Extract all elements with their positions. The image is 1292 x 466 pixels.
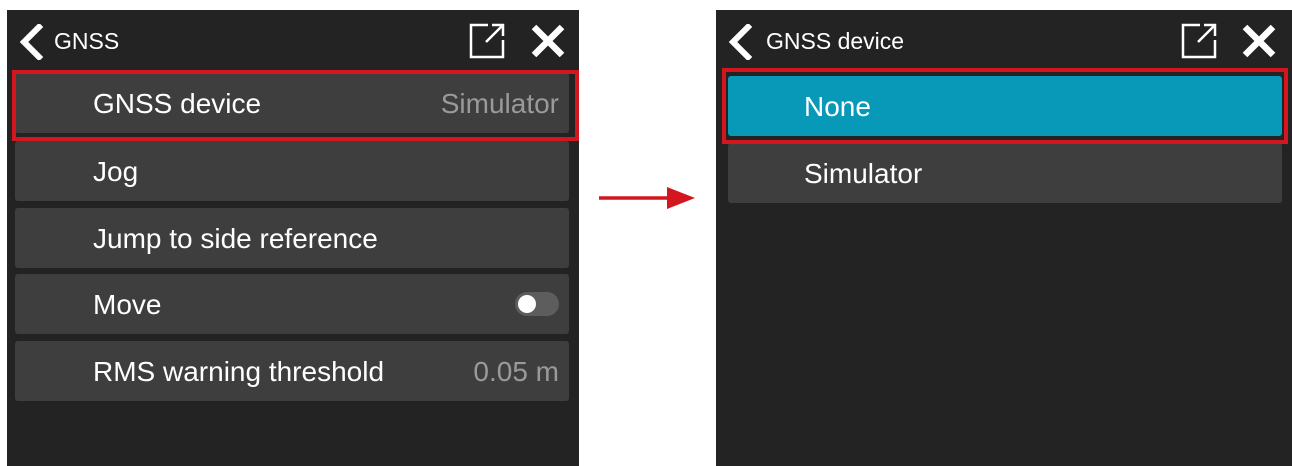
- toggle-knob: [518, 295, 536, 313]
- option-simulator[interactable]: Simulator: [728, 143, 1282, 203]
- item-label: GNSS device: [93, 88, 262, 119]
- item-label: Jog: [93, 156, 139, 187]
- item-label: Move: [93, 289, 162, 320]
- list-item-move[interactable]: Move: [15, 274, 569, 334]
- gnss-settings-panel: GNSS GNSS device Simulator Jog Jump to s…: [7, 10, 579, 466]
- item-value: Simulator: [440, 88, 559, 119]
- move-toggle[interactable]: [515, 292, 559, 316]
- open-external-icon[interactable]: [1180, 22, 1218, 60]
- close-icon[interactable]: [529, 22, 567, 60]
- chevron-left-icon[interactable]: [724, 24, 754, 60]
- item-value: 0.05 m: [473, 356, 559, 387]
- panel-header: GNSS device: [716, 10, 1292, 72]
- option-none[interactable]: None: [728, 76, 1282, 136]
- right-arrow-icon: [599, 187, 695, 209]
- close-icon[interactable]: [1240, 22, 1278, 60]
- option-label: None: [804, 91, 871, 122]
- list-item-rms-warning-threshold[interactable]: RMS warning threshold 0.05 m: [15, 341, 569, 401]
- page-title: GNSS: [54, 28, 120, 54]
- panel-header: GNSS: [7, 10, 579, 72]
- open-external-icon[interactable]: [468, 22, 506, 60]
- option-label: Simulator: [804, 158, 923, 189]
- gnss-device-panel: GNSS device None Simulator: [716, 10, 1292, 466]
- page-title: GNSS device: [766, 28, 905, 54]
- list-item-jump-to-side-reference[interactable]: Jump to side reference: [15, 208, 569, 268]
- chevron-left-icon[interactable]: [15, 24, 45, 60]
- list-item-jog[interactable]: Jog: [15, 141, 569, 201]
- list-item-gnss-device[interactable]: GNSS device Simulator: [15, 73, 569, 133]
- item-label: RMS warning threshold: [93, 356, 385, 387]
- item-label: Jump to side reference: [93, 223, 378, 254]
